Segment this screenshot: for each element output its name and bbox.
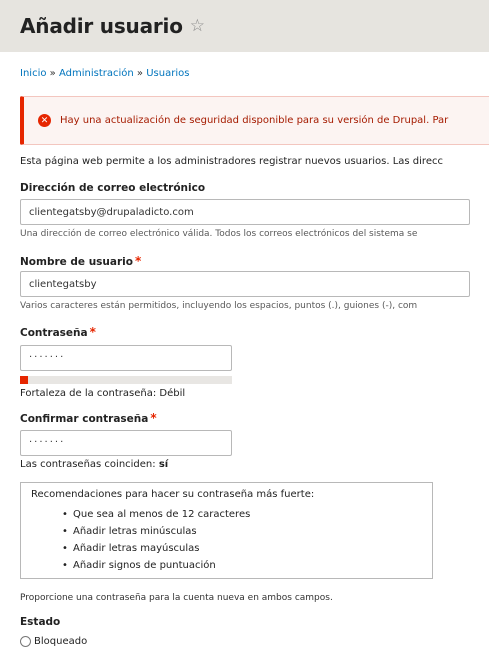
- username-field[interactable]: clientegatsby: [20, 271, 470, 297]
- username-description: Varios caracteres están permitidos, incl…: [20, 301, 418, 311]
- breadcrumb: Inicio » Administración » Usuarios: [20, 68, 189, 79]
- confirm-password-label-text: Confirmar contraseña: [20, 413, 149, 425]
- list-item: Añadir letras minúsculas: [62, 523, 422, 540]
- password-match-value: sí: [158, 459, 169, 470]
- email-field[interactable]: clientegatsby@drupaladicto.com: [20, 199, 470, 225]
- confirm-password-field[interactable]: ·······: [20, 430, 232, 456]
- security-alert: ✕ Hay una actualización de seguridad dis…: [20, 96, 489, 145]
- password-strength-bar: [20, 376, 232, 384]
- username-label: Nombre de usuario *: [20, 254, 141, 268]
- password-strength-fill: [20, 376, 29, 384]
- email-label: Dirección de correo electrónico: [20, 182, 206, 194]
- password-strength-text: Fortaleza de la contraseña: Débil: [20, 388, 186, 399]
- password-label-text: Contraseña: [20, 327, 88, 339]
- breadcrumb-separator: »: [136, 68, 144, 79]
- status-label: Estado: [20, 616, 61, 628]
- page-title: Añadir usuario: [20, 14, 183, 38]
- username-value: clientegatsby: [29, 278, 97, 290]
- page-header: Añadir usuario ☆: [0, 0, 489, 52]
- required-mark: *: [134, 254, 142, 268]
- password-hint: Proporcione una contraseña para la cuent…: [20, 593, 333, 603]
- alert-text: Hay una actualización de seguridad dispo…: [60, 115, 449, 126]
- recommendations-list: Que sea al menos de 12 caracteres Añadir…: [31, 506, 422, 574]
- radio-button[interactable]: [20, 636, 31, 647]
- breadcrumb-separator: »: [49, 68, 56, 79]
- breadcrumb-link-inicio[interactable]: Inicio: [20, 68, 46, 79]
- password-label: Contraseña *: [20, 325, 96, 339]
- confirm-password-label: Confirmar contraseña *: [20, 411, 157, 425]
- recommendations-title: Recomendaciones para hacer su contraseña…: [31, 489, 315, 500]
- password-match-text: Las contraseñas coinciden: sí: [20, 459, 168, 470]
- password-recommendations: Recomendaciones para hacer su contraseña…: [20, 482, 433, 579]
- star-icon[interactable]: ☆: [190, 16, 205, 36]
- intro-text: Esta página web permite a los administra…: [20, 156, 443, 167]
- breadcrumb-link-administracion[interactable]: Administración: [59, 68, 134, 79]
- list-item: Añadir letras mayúsculas: [62, 540, 422, 557]
- required-mark: *: [89, 325, 96, 339]
- password-field[interactable]: ·······: [20, 345, 232, 371]
- breadcrumb-link-usuarios[interactable]: Usuarios: [146, 68, 189, 79]
- confirm-password-masked-value: ·······: [29, 437, 66, 448]
- password-match-prefix: Las contraseñas coinciden:: [20, 459, 156, 470]
- username-label-text: Nombre de usuario: [20, 256, 133, 268]
- list-item: Añadir signos de puntuación: [62, 557, 422, 574]
- email-value: clientegatsby@drupaladicto.com: [29, 206, 194, 218]
- error-icon: ✕: [38, 114, 51, 127]
- status-option-label: Bloqueado: [34, 636, 88, 647]
- email-description: Una dirección de correo electrónico váli…: [20, 229, 418, 239]
- list-item: Que sea al menos de 12 caracteres: [62, 506, 422, 523]
- required-mark: *: [150, 411, 157, 425]
- status-option-blocked[interactable]: Bloqueado: [20, 636, 87, 647]
- password-masked-value: ·······: [29, 352, 66, 363]
